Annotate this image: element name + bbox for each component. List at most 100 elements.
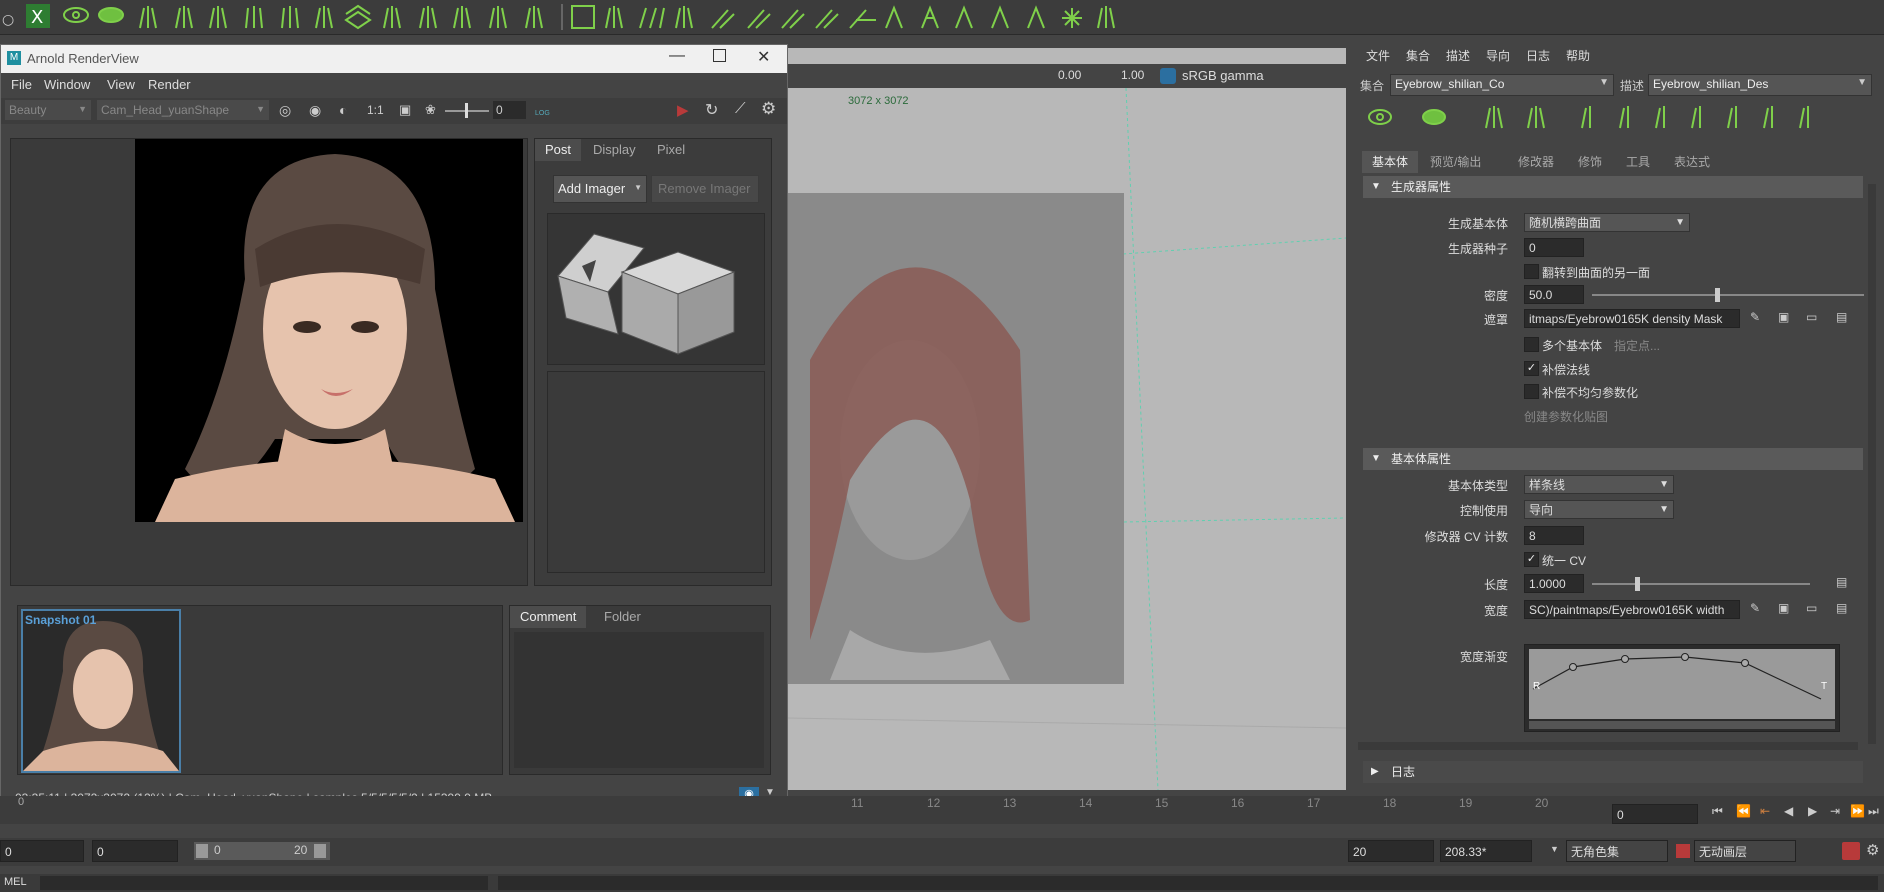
- mel-input[interactable]: [40, 876, 488, 890]
- minimize-icon[interactable]: —: [669, 47, 685, 65]
- grass-cut-icon[interactable]: [383, 6, 401, 29]
- eye-icon[interactable]: [63, 7, 89, 23]
- grass-sparkle-icon[interactable]: [1062, 8, 1082, 28]
- render-image-area[interactable]: [10, 138, 528, 586]
- length-slider-track[interactable]: [1592, 583, 1810, 585]
- tab-grooming[interactable]: 修饰: [1568, 151, 1612, 173]
- tab-expressions[interactable]: 表达式: [1664, 151, 1720, 173]
- attr-horizontal-scrollbar[interactable]: [1358, 742, 1858, 750]
- rgb-channel-icon[interactable]: ◉: [309, 102, 321, 119]
- grass-cut-icon[interactable]: [1727, 106, 1737, 129]
- compensate-normal-checkbox[interactable]: ✓: [1524, 361, 1539, 376]
- grass-lock-icon[interactable]: [281, 6, 299, 29]
- base-section-header[interactable]: ▼ 基本体属性: [1363, 448, 1863, 470]
- color-space-icon[interactable]: [1160, 68, 1176, 84]
- description-dropdown[interactable]: Eyebrow_shilian_Des ▼: [1648, 74, 1872, 96]
- grass-add-icon[interactable]: [139, 6, 157, 29]
- camera-dropdown[interactable]: Cam_Head_yuanShape ▼: [97, 100, 269, 120]
- flip-checkbox[interactable]: [1524, 264, 1539, 279]
- step-forward-key-icon[interactable]: ⏩: [1850, 804, 1865, 818]
- tab-primitives[interactable]: 基本体: [1362, 151, 1419, 173]
- base-type-dropdown[interactable]: 样条线 ▼: [1524, 475, 1674, 494]
- step-forward-icon[interactable]: ⇥: [1830, 804, 1840, 818]
- menu-help[interactable]: 帮助: [1566, 47, 1590, 64]
- debug-shading-icon[interactable]: ⟋: [735, 100, 746, 117]
- grass-box-icon[interactable]: [571, 5, 595, 29]
- grass-flat-icon[interactable]: [1799, 106, 1809, 129]
- menu-description[interactable]: 描述: [1446, 47, 1470, 64]
- tab-post[interactable]: Post: [535, 139, 582, 161]
- grass-brush-icon[interactable]: [1763, 106, 1773, 129]
- fps-chevron-icon[interactable]: ▼: [1550, 844, 1559, 854]
- attr-vertical-scrollbar[interactable]: [1868, 184, 1876, 744]
- range-slider[interactable]: 0 20: [194, 842, 330, 860]
- create-param-map-button[interactable]: 创建参数化贴图: [1524, 408, 1608, 425]
- layers-icon[interactable]: [344, 4, 372, 30]
- grass-wave-icon[interactable]: [639, 7, 665, 29]
- rendered-image[interactable]: [135, 139, 523, 522]
- play-backward-icon[interactable]: ◀: [1784, 804, 1793, 818]
- grass-plus-icon[interactable]: [1581, 106, 1591, 129]
- expression-edit-icon[interactable]: ✎: [1750, 310, 1760, 324]
- length-slider-handle[interactable]: [1635, 577, 1640, 591]
- auto-key-icon[interactable]: [1842, 842, 1860, 860]
- snapshot-thumbnail[interactable]: Snapshot 01: [21, 609, 181, 773]
- grass-ruler-icon[interactable]: [849, 9, 876, 29]
- window-titlebar[interactable]: M Arnold RenderView — ✕: [1, 45, 787, 73]
- tab-utilities[interactable]: 工具: [1616, 151, 1660, 173]
- density-slider-handle[interactable]: [1715, 288, 1720, 302]
- alpha-channel-icon[interactable]: ◐: [339, 102, 347, 118]
- goto-end-icon[interactable]: ⏭: [1868, 804, 1879, 819]
- grass-lean3-icon[interactable]: [781, 9, 805, 29]
- play-forward-icon[interactable]: ▶: [1808, 804, 1817, 818]
- grass-lean-icon[interactable]: [711, 9, 735, 29]
- anim-layer-icon[interactable]: [1676, 844, 1690, 858]
- grass-pin-icon[interactable]: [1027, 5, 1045, 29]
- time-slider[interactable]: 0 11 12 13 14 15 16 17 18 19 20 0 ⏮ ⏪ ⇤ …: [0, 796, 1884, 824]
- character-set-dropdown[interactable]: 无角色集: [1566, 840, 1668, 862]
- anim-start-field[interactable]: 0: [0, 840, 84, 862]
- grass-target-icon[interactable]: [245, 6, 263, 29]
- add-imager-button[interactable]: Add Imager ▼: [553, 175, 647, 203]
- map-options-icon[interactable]: ▤: [1836, 575, 1847, 589]
- exposure-slider-handle[interactable]: [465, 103, 468, 118]
- grass-lean4-icon[interactable]: [815, 9, 839, 29]
- playback-start-field[interactable]: 0: [92, 840, 178, 862]
- width-field[interactable]: SC)/paintmaps/Eyebrow0165K width: [1524, 600, 1740, 619]
- width-ramp-editor[interactable]: R T: [1524, 644, 1840, 732]
- visibility-eye-icon[interactable]: [1368, 109, 1392, 125]
- grass-clump-icon[interactable]: [885, 5, 903, 29]
- save-icon[interactable]: ▣: [1778, 601, 1789, 615]
- mel-label[interactable]: MEL: [4, 876, 27, 888]
- region-icon[interactable]: ▣: [399, 102, 411, 118]
- exposure-icon[interactable]: ◎: [279, 102, 291, 119]
- generator-section-header[interactable]: ▼ 生成器属性: [1363, 176, 1863, 198]
- menu-collection[interactable]: 集合: [1406, 47, 1430, 64]
- grass-gear-icon[interactable]: [605, 6, 623, 29]
- map-options-icon[interactable]: ▤: [1836, 601, 1847, 615]
- grass-last-icon[interactable]: [1097, 6, 1115, 29]
- length-field[interactable]: 1.0000: [1524, 574, 1584, 593]
- grass-down-icon[interactable]: [1527, 106, 1545, 129]
- menu-view[interactable]: View: [107, 77, 135, 92]
- grass-plus-icon[interactable]: [209, 6, 227, 29]
- mask-field[interactable]: itmaps/Eyebrow0165K density Mask: [1524, 309, 1740, 328]
- save-icon[interactable]: ▣: [1778, 310, 1789, 324]
- range-right-handle[interactable]: [314, 844, 326, 858]
- tab-pixel[interactable]: Pixel: [647, 139, 695, 161]
- leaf-icon[interactable]: [1422, 109, 1446, 125]
- close-icon[interactable]: ✕: [757, 47, 770, 67]
- map-options-icon[interactable]: ▤: [1836, 310, 1847, 324]
- range-left-handle[interactable]: [196, 844, 208, 858]
- tab-preview-output[interactable]: 预览/输出: [1420, 151, 1491, 173]
- grass-scale-icon[interactable]: [991, 5, 1009, 29]
- comment-textarea[interactable]: [514, 632, 764, 768]
- refresh-icon[interactable]: ↻: [705, 100, 718, 120]
- one-to-one-button[interactable]: 1:1: [367, 103, 384, 117]
- gen-base-dropdown[interactable]: 随机横跨曲面 ▼: [1524, 213, 1690, 232]
- goto-start-icon[interactable]: ⏮: [1712, 804, 1723, 819]
- assign-point-button[interactable]: 指定点...: [1614, 337, 1660, 354]
- multi-base-checkbox[interactable]: [1524, 337, 1539, 352]
- menu-render[interactable]: Render: [148, 77, 191, 92]
- grass-lock-icon[interactable]: [1655, 106, 1665, 129]
